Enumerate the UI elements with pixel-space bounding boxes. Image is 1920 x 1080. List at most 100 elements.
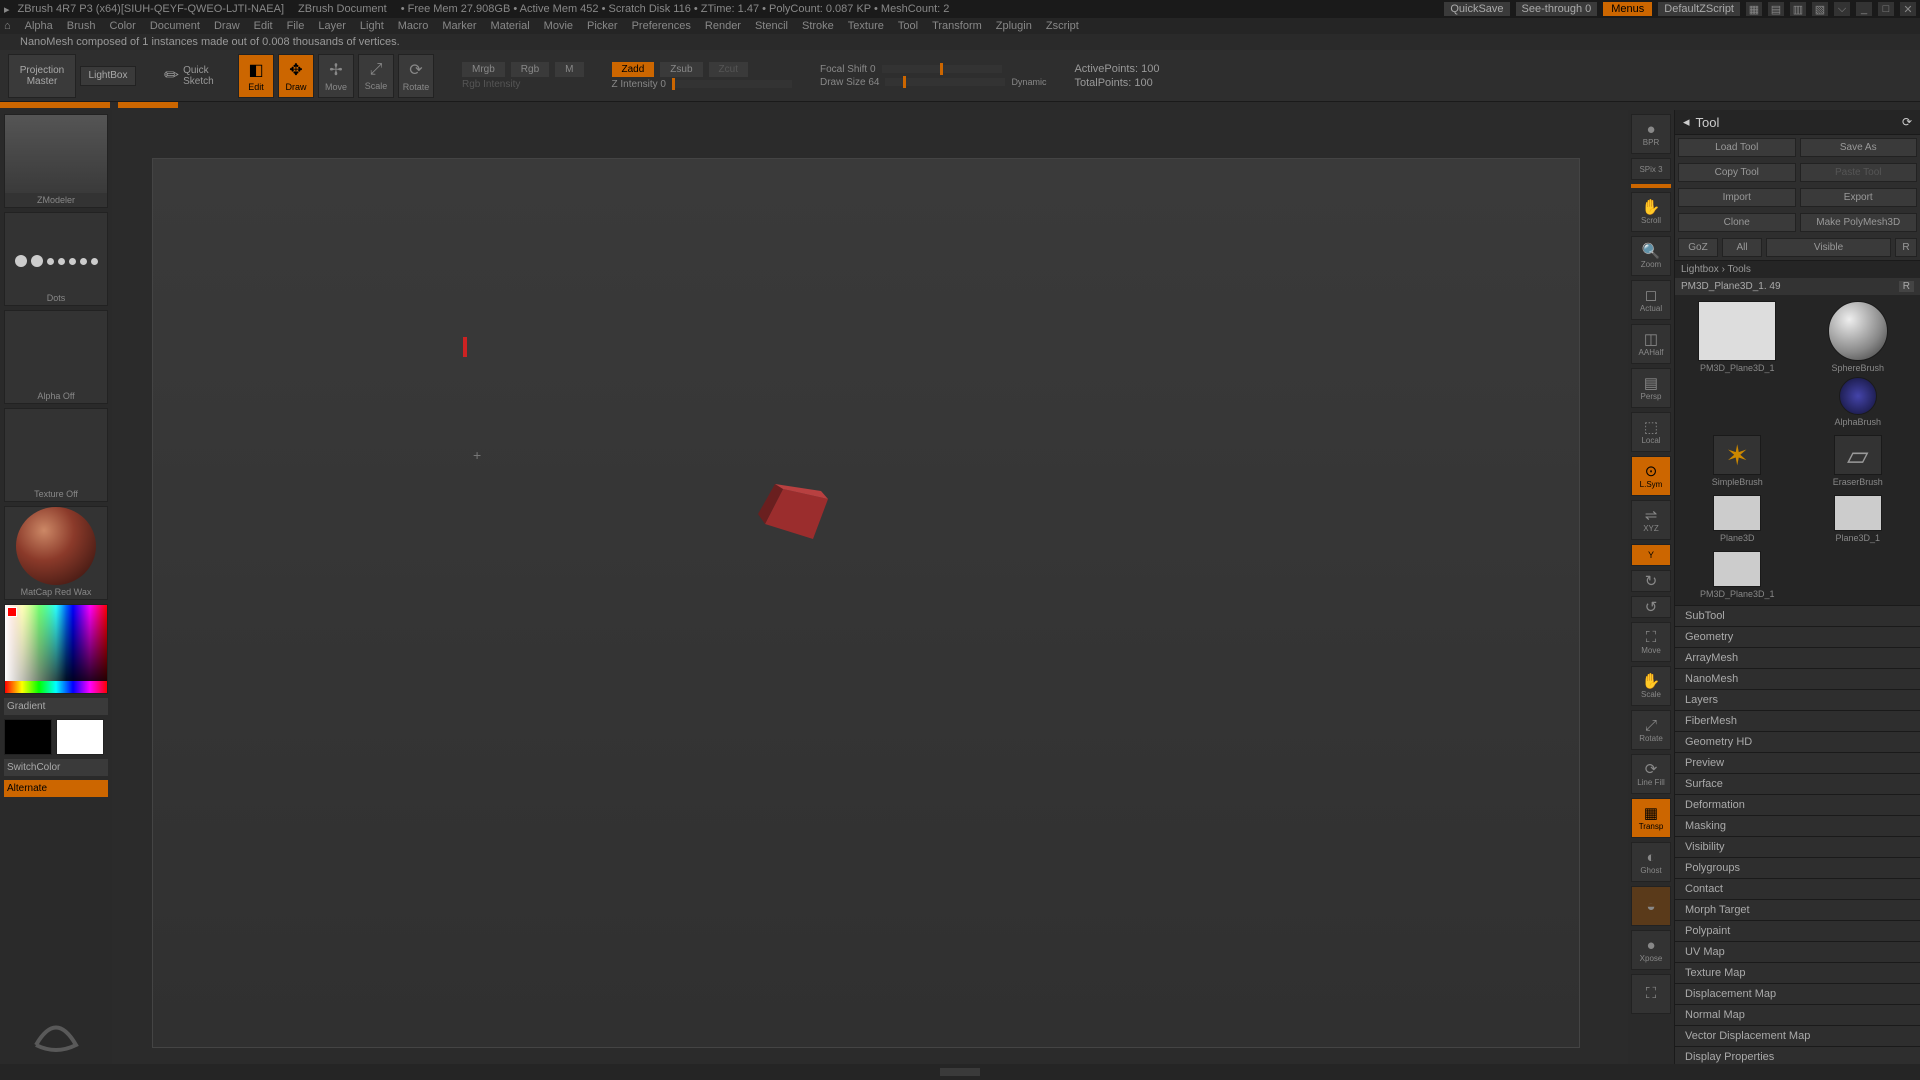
- menu-movie[interactable]: Movie: [544, 20, 573, 32]
- section-normalmap[interactable]: Normal Map: [1675, 1004, 1920, 1025]
- dynamic-label[interactable]: Dynamic: [1011, 77, 1046, 87]
- clone-button[interactable]: Clone: [1678, 213, 1796, 232]
- bpr-button[interactable]: ●BPR: [1631, 114, 1671, 154]
- menu-brush[interactable]: Brush: [67, 20, 96, 32]
- lsym-button[interactable]: ⇌XYZ: [1631, 500, 1671, 540]
- menu-light[interactable]: Light: [360, 20, 384, 32]
- goz-button[interactable]: GoZ: [1678, 238, 1718, 257]
- section-layers[interactable]: Layers: [1675, 689, 1920, 710]
- tool-thumb[interactable]: PM3D_Plane3D_1: [1681, 551, 1794, 599]
- section-surface[interactable]: Surface: [1675, 773, 1920, 794]
- section-geometry[interactable]: Geometry: [1675, 626, 1920, 647]
- section-preview[interactable]: Preview: [1675, 752, 1920, 773]
- rotate-nav-button[interactable]: ⟳Line Fill: [1631, 754, 1671, 794]
- focal-shift-slider[interactable]: [882, 65, 1002, 73]
- tool-thumb[interactable]: ✶SimpleBrush: [1681, 435, 1794, 487]
- pin-icon[interactable]: ⟳: [1902, 115, 1912, 129]
- menu-home-icon[interactable]: ⌂: [4, 20, 11, 32]
- tool-r-button[interactable]: R: [1899, 281, 1914, 292]
- aahalf-button[interactable]: ◫AAHalf: [1631, 324, 1671, 364]
- section-uvmap[interactable]: UV Map: [1675, 941, 1920, 962]
- import-button[interactable]: Import: [1678, 188, 1796, 207]
- menu-texture[interactable]: Texture: [848, 20, 884, 32]
- ghost-button[interactable]: ◒: [1631, 886, 1671, 926]
- bottom-bar[interactable]: [0, 1064, 1920, 1080]
- z-intensity-slider[interactable]: [672, 80, 792, 88]
- edit-mode-button[interactable]: ◧Edit: [238, 54, 274, 98]
- menu-render[interactable]: Render: [705, 20, 741, 32]
- section-arraymesh[interactable]: ArrayMesh: [1675, 647, 1920, 668]
- current-tool-name[interactable]: PM3D_Plane3D_1. 49R: [1675, 278, 1920, 295]
- menu-picker[interactable]: Picker: [587, 20, 618, 32]
- brush-thumbnail[interactable]: ZModeler: [4, 114, 108, 208]
- scale-nav-button[interactable]: ⤢Rotate: [1631, 710, 1671, 750]
- tool-thumb[interactable]: SphereBrush: [1802, 301, 1915, 373]
- tool-thumb[interactable]: ▱EraserBrush: [1802, 435, 1915, 487]
- save-as-button[interactable]: Save As: [1800, 138, 1918, 157]
- close-button[interactable]: ✕: [1900, 2, 1916, 16]
- move-mode-button[interactable]: ✢Move: [318, 54, 354, 98]
- maximize-button[interactable]: □: [1878, 2, 1894, 16]
- zoom-button[interactable]: 🔍Zoom: [1631, 236, 1671, 276]
- menu-draw[interactable]: Draw: [214, 20, 240, 32]
- export-button[interactable]: Export: [1800, 188, 1918, 207]
- grid2-icon[interactable]: ▤: [1768, 2, 1784, 16]
- menu-stroke[interactable]: Stroke: [802, 20, 834, 32]
- draw-mode-button[interactable]: ✥Draw: [278, 54, 314, 98]
- y-button[interactable]: ↻: [1631, 570, 1671, 592]
- texture-thumbnail[interactable]: Texture Off: [4, 408, 108, 502]
- section-nanomesh[interactable]: NanoMesh: [1675, 668, 1920, 689]
- switchcolor-button[interactable]: SwitchColor: [4, 759, 108, 776]
- load-tool-button[interactable]: Load Tool: [1678, 138, 1796, 157]
- scale-mode-button[interactable]: ⤢Scale: [358, 54, 394, 98]
- goz-all-button[interactable]: All: [1722, 238, 1762, 257]
- hide-button[interactable]: ⌵: [1834, 2, 1850, 16]
- grid1-icon[interactable]: ▦: [1746, 2, 1762, 16]
- defaultscript-button[interactable]: DefaultZScript: [1658, 2, 1740, 16]
- section-visibility[interactable]: Visibility: [1675, 836, 1920, 857]
- menu-marker[interactable]: Marker: [442, 20, 476, 32]
- section-vectordisp[interactable]: Vector Displacement Map: [1675, 1025, 1920, 1046]
- menu-stencil[interactable]: Stencil: [755, 20, 788, 32]
- menus-button[interactable]: Menus: [1603, 2, 1652, 16]
- tool-thumb[interactable]: Plane3D_1: [1802, 495, 1915, 543]
- transp-button[interactable]: ◐Ghost: [1631, 842, 1671, 882]
- menu-alpha[interactable]: Alpha: [25, 20, 53, 32]
- quicksketch-button[interactable]: ✏ Quick Sketch: [164, 65, 234, 87]
- menu-icon[interactable]: ▸: [4, 3, 10, 16]
- menu-color[interactable]: Color: [110, 20, 136, 32]
- zadd-button[interactable]: Zadd: [612, 62, 655, 77]
- xpose-button[interactable]: ⛶: [1631, 974, 1671, 1014]
- copy-tool-button[interactable]: Copy Tool: [1678, 163, 1796, 182]
- solo-button[interactable]: ●Xpose: [1631, 930, 1671, 970]
- z-button[interactable]: ↺: [1631, 596, 1671, 618]
- tool-thumb[interactable]: Plane3D: [1681, 495, 1794, 543]
- section-fibermesh[interactable]: FiberMesh: [1675, 710, 1920, 731]
- section-polypaint[interactable]: Polypaint: [1675, 920, 1920, 941]
- menu-zscript[interactable]: Zscript: [1046, 20, 1079, 32]
- menu-material[interactable]: Material: [491, 20, 530, 32]
- section-displacement[interactable]: Displacement Map: [1675, 983, 1920, 1004]
- quicksave-button[interactable]: QuickSave: [1444, 2, 1509, 16]
- draw-size-slider[interactable]: [885, 78, 1005, 86]
- polyf-button[interactable]: ▦Transp: [1631, 798, 1671, 838]
- menu-transform[interactable]: Transform: [932, 20, 982, 32]
- local-button[interactable]: ⊙L.Sym: [1631, 456, 1671, 496]
- frame-button[interactable]: ⛶Move: [1631, 622, 1671, 662]
- document-canvas[interactable]: +: [152, 158, 1580, 1048]
- lightbox-tools-link[interactable]: Lightbox › Tools: [1675, 260, 1920, 278]
- menu-file[interactable]: File: [287, 20, 305, 32]
- tool-thumb[interactable]: AlphaBrush: [1802, 377, 1915, 427]
- color-swatch-white[interactable]: [56, 719, 104, 755]
- scroll-button[interactable]: ✋Scroll: [1631, 192, 1671, 232]
- mrgb-button[interactable]: Mrgb: [462, 62, 505, 77]
- actual-button[interactable]: ◻Actual: [1631, 280, 1671, 320]
- menu-document[interactable]: Document: [150, 20, 200, 32]
- paste-tool-button[interactable]: Paste Tool: [1800, 163, 1918, 182]
- menu-edit[interactable]: Edit: [254, 20, 273, 32]
- m-button[interactable]: M: [555, 62, 583, 77]
- section-texturemap[interactable]: Texture Map: [1675, 962, 1920, 983]
- make-polymesh-button[interactable]: Make PolyMesh3D: [1800, 213, 1918, 232]
- section-deformation[interactable]: Deformation: [1675, 794, 1920, 815]
- lightbox-button[interactable]: LightBox: [80, 66, 136, 86]
